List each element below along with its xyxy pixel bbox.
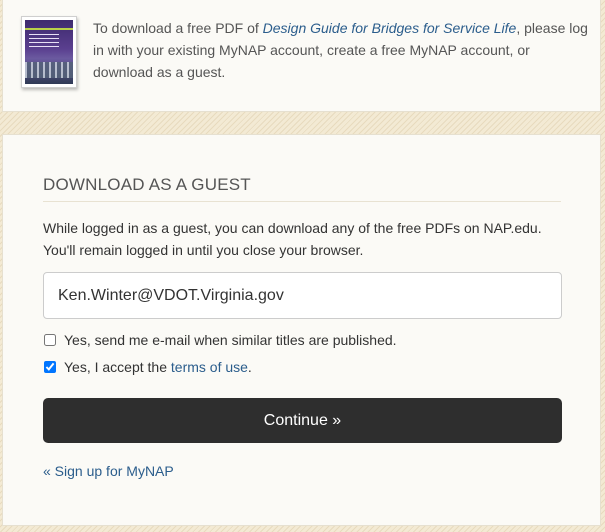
guest-description: While logged in as a guest, you can down…: [43, 220, 542, 258]
book-cover-image[interactable]: [21, 16, 77, 88]
terms-option[interactable]: Yes, I accept the terms of use.: [43, 357, 563, 377]
download-intro-panel: To download a free PDF of Design Guide f…: [2, 0, 601, 112]
continue-button[interactable]: Continue »: [43, 398, 562, 443]
terms-label-suffix: .: [247, 359, 252, 375]
terms-checkbox[interactable]: [44, 361, 56, 373]
terms-of-use-link[interactable]: terms of use: [171, 359, 248, 375]
sign-up-link[interactable]: « Sign up for MyNAP: [43, 463, 174, 479]
email-field[interactable]: [43, 272, 562, 319]
book-title-link[interactable]: Design Guide for Bridges for Service Lif…: [263, 20, 517, 36]
email-updates-checkbox[interactable]: [44, 334, 56, 346]
book-cover-art: [25, 20, 73, 84]
intro-text: To download a free PDF of Design Guide f…: [93, 17, 593, 83]
terms-label-prefix: Yes, I accept the: [64, 359, 167, 375]
guest-download-panel: DOWNLOAD AS A GUEST While logged in as a…: [2, 134, 601, 526]
intro-prefix: To download a free PDF of: [93, 20, 263, 36]
email-updates-option[interactable]: Yes, send me e-mail when similar titles …: [43, 330, 563, 350]
email-updates-label: Yes, send me e-mail when similar titles …: [64, 332, 397, 348]
guest-heading: DOWNLOAD AS A GUEST: [43, 175, 561, 202]
